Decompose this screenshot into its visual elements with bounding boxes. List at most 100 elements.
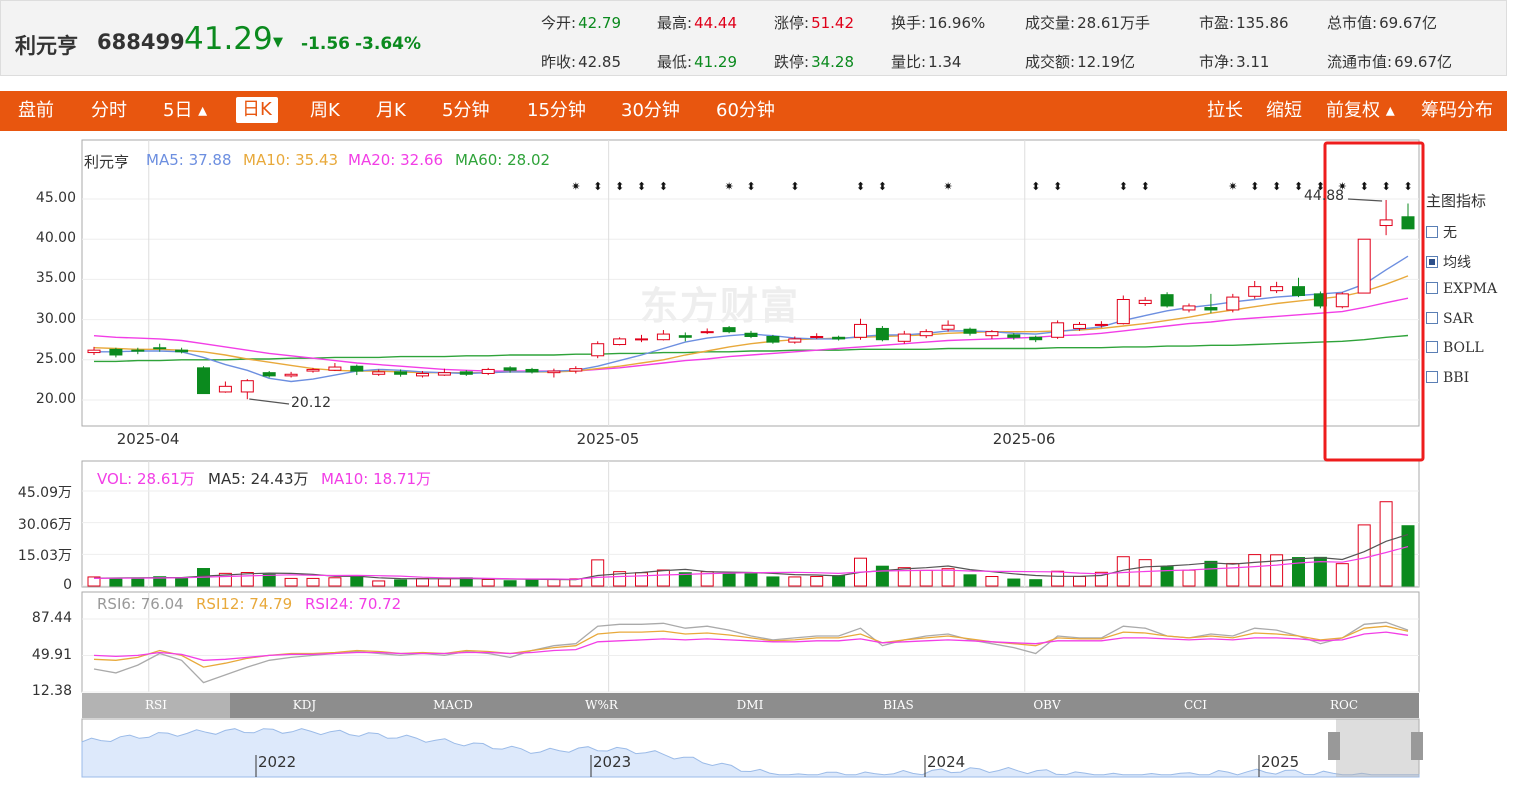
quote-stat-label: 总市值: bbox=[1327, 14, 1378, 32]
main-indicator-option[interactable]: 均线 bbox=[1426, 252, 1471, 272]
main-indicator-option-label: EXPMA bbox=[1443, 281, 1498, 297]
legend-ma10: MA10: 35.43 bbox=[243, 151, 339, 169]
legend-rsi6: RSI6: 76.04 bbox=[97, 595, 184, 613]
quote-stat-value: 16.96% bbox=[928, 14, 986, 32]
indicator-tab[interactable]: DMI bbox=[676, 693, 824, 718]
event-marker-icon: ✷ bbox=[724, 180, 733, 193]
legend-stock-name: 利元亨 bbox=[84, 153, 130, 171]
candle-body bbox=[1094, 323, 1108, 326]
overview-right-handle[interactable] bbox=[1411, 732, 1423, 760]
quote-stat: 市净: 3.11 bbox=[1199, 51, 1269, 72]
toolbar-period-tab[interactable]: 周K bbox=[310, 91, 340, 131]
quote-stat-value: 1.34 bbox=[928, 53, 962, 71]
quote-stat-label: 换手: bbox=[891, 14, 927, 32]
toolbar-action-button[interactable]: 缩短 bbox=[1266, 91, 1302, 131]
ma60-line bbox=[94, 334, 1409, 363]
rsi-tick-label: 87.44 bbox=[31, 610, 72, 626]
candle-body bbox=[1248, 286, 1262, 297]
quote-stat-value: 44.44 bbox=[694, 14, 738, 32]
checkbox-icon[interactable] bbox=[1426, 255, 1438, 268]
volume-bar bbox=[591, 559, 605, 587]
legend-ma5: MA5: 37.88 bbox=[146, 151, 232, 169]
price-tick-label: 40.00 bbox=[35, 230, 76, 247]
event-marker-icon: ⬍ bbox=[1031, 180, 1040, 193]
stock-name: 利元亨 bbox=[15, 34, 78, 58]
candle-body bbox=[284, 373, 298, 377]
candle-body bbox=[394, 371, 408, 375]
toolbar-period-tab[interactable]: 5分钟 bbox=[442, 91, 489, 131]
toolbar-action-button[interactable]: 前复权 ▴ bbox=[1326, 91, 1395, 131]
indicator-tab[interactable]: RSI bbox=[82, 693, 230, 718]
candle-body bbox=[1270, 286, 1284, 292]
volume-bar bbox=[328, 577, 342, 587]
toolbar-period-tab[interactable]: 5日 ▴ bbox=[163, 91, 207, 131]
quote-stat-value: 69.67亿 bbox=[1394, 53, 1453, 71]
date-tick-label: 2025-04 bbox=[116, 430, 180, 448]
candle-body bbox=[1182, 305, 1196, 311]
period-toolbar: 盘前 分时 5日 ▴ 日K 周K 月K 5分钟 15分钟 30分钟 60分钟 拉长 缩短 前复权 ▴ 筹码… bbox=[0, 91, 1507, 131]
quote-stat: 最高: 44.44 bbox=[657, 12, 737, 33]
price-tick-label: 30.00 bbox=[35, 310, 76, 327]
candle-body bbox=[832, 336, 846, 340]
volume-bar bbox=[963, 574, 977, 587]
indicator-tab[interactable]: KDJ bbox=[231, 693, 379, 718]
toolbar-period-tab[interactable]: 日K bbox=[236, 97, 278, 123]
volume-bar bbox=[744, 573, 758, 587]
event-marker-icon: ⬍ bbox=[637, 180, 646, 193]
price-tick-label: 35.00 bbox=[35, 270, 76, 287]
checkbox-icon[interactable] bbox=[1426, 226, 1438, 238]
checkbox-icon[interactable] bbox=[1426, 370, 1438, 383]
toolbar-action-button[interactable]: 筹码分布 bbox=[1421, 91, 1493, 131]
toolbar-action-button[interactable]: 拉长 bbox=[1207, 91, 1243, 131]
checkbox-icon[interactable] bbox=[1426, 282, 1438, 294]
checkbox-icon[interactable] bbox=[1426, 311, 1438, 324]
main-indicator-option-label: 均线 bbox=[1443, 254, 1471, 271]
rsi-tick-label: 12.38 bbox=[31, 683, 72, 699]
candle-body bbox=[678, 335, 692, 338]
event-marker-icon: ✷ bbox=[943, 180, 952, 193]
candle-body bbox=[262, 372, 276, 377]
event-marker-icon: ⬍ bbox=[1294, 180, 1303, 193]
event-marker-icon: ⬍ bbox=[790, 180, 799, 193]
candle-body bbox=[591, 343, 605, 357]
main-indicator-option[interactable]: SAR bbox=[1426, 311, 1473, 327]
candle-body bbox=[1051, 322, 1065, 338]
overview-left-handle[interactable] bbox=[1328, 732, 1340, 760]
candle-body bbox=[1292, 286, 1305, 296]
indicator-tab[interactable]: CCI bbox=[1122, 693, 1270, 718]
main-indicator-option[interactable]: BBI bbox=[1426, 370, 1469, 386]
candle-body bbox=[810, 335, 824, 338]
indicator-tab[interactable]: W%R bbox=[528, 693, 676, 718]
candle-body bbox=[1007, 334, 1021, 338]
toolbar-period-tab[interactable]: 15分钟 bbox=[527, 91, 586, 131]
indicator-tab[interactable]: OBV bbox=[973, 693, 1121, 718]
volume-bar bbox=[941, 568, 955, 587]
volume-bar bbox=[656, 569, 670, 587]
candle-body bbox=[744, 332, 758, 337]
rsi12-line bbox=[93, 625, 1409, 668]
toolbar-period-tab[interactable]: 月K bbox=[376, 91, 406, 131]
indicator-tab[interactable]: MACD bbox=[379, 693, 527, 718]
indicator-tab[interactable]: BIAS bbox=[825, 693, 973, 718]
main-indicator-option-label: SAR bbox=[1443, 310, 1474, 327]
volume-bar bbox=[306, 577, 320, 587]
indicator-tab[interactable]: ROC bbox=[1270, 693, 1418, 718]
toolbar-period-tab[interactable]: 分时 bbox=[91, 91, 127, 131]
candle-body bbox=[1160, 294, 1174, 307]
quote-stat-label: 今开: bbox=[541, 14, 577, 32]
main-indicator-option[interactable]: EXPMA bbox=[1426, 281, 1497, 297]
candle-body bbox=[547, 370, 561, 374]
volume-tick-label: 0 bbox=[63, 577, 72, 593]
toolbar-period-tab[interactable]: 盘前 bbox=[18, 91, 54, 131]
overview-selection-window[interactable] bbox=[1336, 719, 1419, 777]
main-indicator-option[interactable]: 无 bbox=[1426, 222, 1457, 242]
overview-year-label: 2022 bbox=[258, 753, 297, 771]
toolbar-period-tab[interactable]: 30分钟 bbox=[621, 91, 680, 131]
candle-body bbox=[437, 372, 451, 376]
main-indicator-option[interactable]: BOLL bbox=[1426, 340, 1484, 356]
checkbox-icon[interactable] bbox=[1426, 341, 1438, 353]
toolbar-period-tab[interactable]: 60分钟 bbox=[716, 91, 775, 131]
event-marker-icon: ⬍ bbox=[1360, 180, 1369, 193]
quote-stat: 流通市值: 69.67亿 bbox=[1327, 51, 1452, 72]
candle-body bbox=[306, 368, 320, 372]
